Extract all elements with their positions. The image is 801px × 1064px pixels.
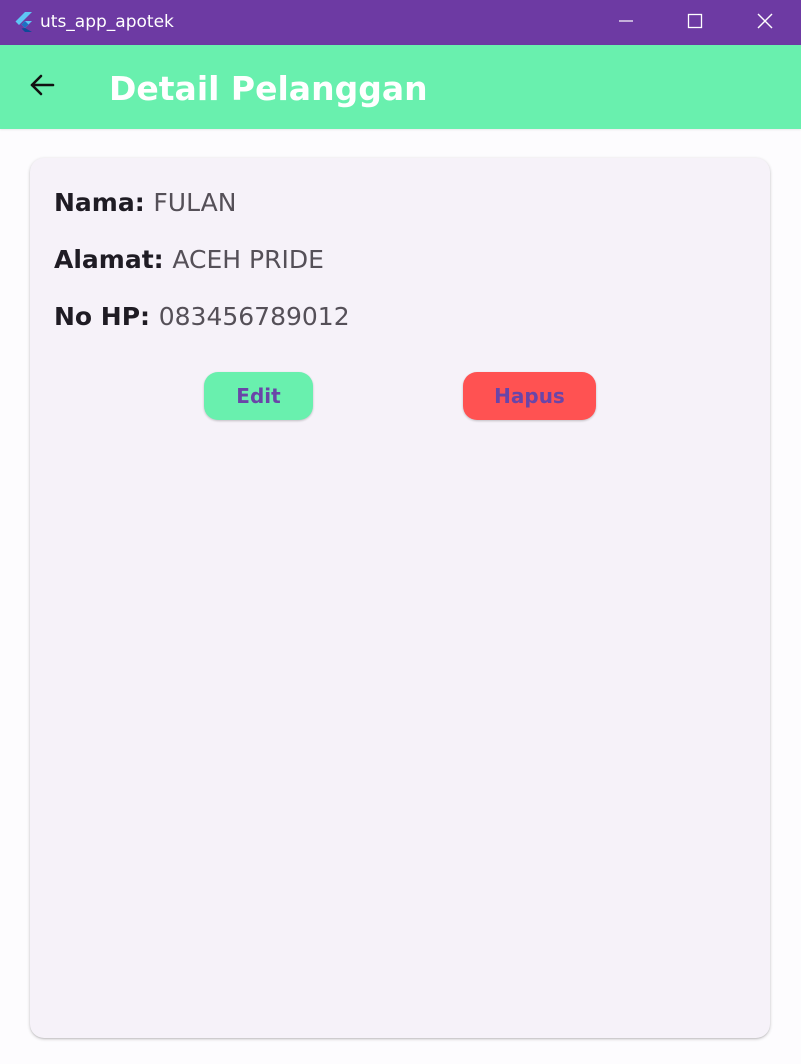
title-bar[interactable]: uts_app_apotek xyxy=(0,0,801,45)
maximize-button[interactable] xyxy=(660,0,730,45)
nohp-value: 083456789012 xyxy=(158,302,350,331)
nama-label: Nama: xyxy=(54,188,154,217)
nohp-row: No HP: 083456789012 xyxy=(54,300,350,334)
nama-row: Nama: FULAN xyxy=(54,186,236,220)
close-icon xyxy=(756,12,774,34)
alamat-row: Alamat: ACEH PRIDE xyxy=(54,243,324,277)
flutter-logo-icon xyxy=(13,11,35,33)
back-button[interactable] xyxy=(16,65,68,109)
hapus-button[interactable]: Hapus xyxy=(463,372,596,420)
alamat-value: ACEH PRIDE xyxy=(172,245,324,274)
app-bar: Detail Pelanggan xyxy=(0,45,801,129)
maximize-icon xyxy=(687,13,703,33)
nama-value: FULAN xyxy=(153,188,237,217)
window-title: uts_app_apotek xyxy=(40,12,174,32)
alamat-label: Alamat: xyxy=(54,245,173,274)
app-window: uts_app_apotek Detail Pelanggan Nama: FU… xyxy=(0,0,801,1064)
arrow-left-icon xyxy=(28,71,56,103)
page-title: Detail Pelanggan xyxy=(109,69,428,108)
customer-detail-card: Nama: FULAN Alamat: ACEH PRIDE No HP: 08… xyxy=(30,158,770,1038)
nohp-label: No HP: xyxy=(54,302,159,331)
close-button[interactable] xyxy=(730,0,800,45)
minimize-icon xyxy=(618,13,634,33)
edit-button[interactable]: Edit xyxy=(204,372,313,420)
minimize-button[interactable] xyxy=(591,0,661,45)
